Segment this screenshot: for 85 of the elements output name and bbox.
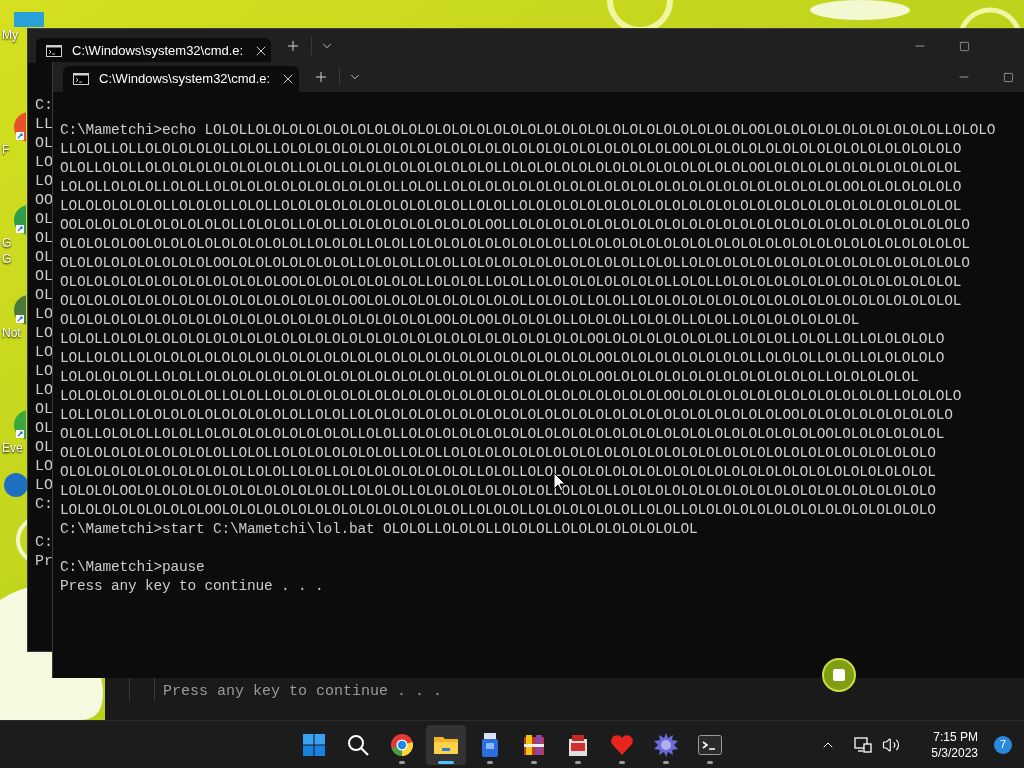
terminal-line: OLOLOLOLOLOLOLOLOLOLOLLOLOLLOLOLLOLOLOLOLOLOLOLOLLOLOLLOLOLOLOLOLOLOLOLOLOLOLOLOLOLOLOLOLOLOLOLOLOLOLOL: [60, 463, 936, 482]
terminal-line: Press any key to continue . . .: [163, 682, 443, 701]
terminal-line: OL: [35, 419, 53, 438]
terminal-line: LOLOLLOLOLOLOLOLOLOLOLOLOLOLOLOLOLOLOLOLOLOLOLOLOLOLOLOLOLOLOLOOLOLOLOLOLOLOLOLLOLOLOLLOLOLLOLLOLOLOLOLO: [60, 330, 945, 349]
terminal-line: OL: [35, 400, 53, 419]
terminal-line: LO: [35, 324, 53, 343]
terminal-tab[interactable]: C:\Windows\system32\cmd.e:: [36, 38, 271, 63]
gear-icon: [653, 731, 679, 758]
terminal-line: OL: [35, 229, 53, 248]
terminal-line: OLOLOLOLOLOLOLOLOLOLOLOLOLOOLOLOLOLOLOLOLOLLOLOLOLLOLOLLOLOLOLOLOLOLOLOLLOLOLLOLOLOLOLOLOLOLOLOLOLOLOLOLOL: [60, 273, 962, 292]
heart-icon: [610, 733, 634, 756]
terminal-line: LOLLOLOLLOLOLOLOLOLOLOLOLOLOLLOLOLLOLOLOLOLOLOLOLOLOLOLOLOLOLOLOLOLOLOLOLOLOLOLOLOLOLOOLOLOLOLOLOLOLOLOLO: [60, 406, 953, 425]
clock[interactable]: 7:15 PM 5/3/2023: [918, 728, 978, 761]
terminal-line: LL: [35, 115, 53, 134]
volume-icon[interactable]: [882, 735, 900, 754]
terminal-line: LOLLOLOLLOLOLOLOLOLOLOLOLOLOLOLOLOLOLOLOLOLOLOLOLOLOLOLOLOLOLOLOOLOLOLOLOLOLOLOLOLLOLOLOLLOLOLLOLOLOLOLO: [60, 349, 945, 368]
terminal-line: LLOLOLLOLLOLOLOLOLOLLOLOLLOLOLOLOLOLOLOLOLOLOLOLOLOLOLOLOLOLOLOLOLOLOLOLOOLOLOLOLOLOLOLOLOLOLOLOLOLOLOLOLO: [60, 140, 962, 159]
icon-label: Eve: [1, 440, 23, 456]
terminal-line: LOLOLOLOLOLOLOLOLOOLOLOLOLOLOLOLOLOLOLOLOLOLOLOLLOLOLOLLOLOLOLOLOLOLLOLOLLOLOLOLOLOLOLOLOLOLOLOLOLOLOLO: [60, 501, 936, 520]
terminal-line: OLOLOLOLOLOLOLOLOLOLOLOLOLOLOLOLOLOLOLOLOLOLOOLOLOOLOLOLOLOLLOLOLOLLOLOLOLLOLOLLOLOLOLOLOLOLOL: [60, 311, 860, 330]
archive-icon: [522, 732, 546, 757]
terminal-line: LOLOLOLOLOLOLOLOLOLLOLOLLOLOLOLOLOLOLOLOLOLOLOLOLOLOLOLOLOLOLOLOLOLOLOLOOLOLOLOLOLOLOLOLOLOLOLOLOLLOLOLOLO: [60, 387, 962, 406]
terminal-line: OLOLLOLOLLOLOLOLOLOLOLOLOLOLLOLOLLOLOLOLOLOLOLOLOLOLLOLOLOLOLOLOLOLOLOLOLOLOLOLOLOOLOLOLOLOLOLOLOLOLOLOLOL: [60, 159, 962, 178]
terminal-line: LO: [35, 457, 53, 476]
terminal-line: OL: [35, 210, 53, 229]
running-indicator: [707, 760, 713, 764]
running-indicator: [487, 760, 493, 764]
maximize-icon[interactable]: [1003, 71, 1014, 83]
running-indicator: [399, 760, 405, 764]
browser-icon: [390, 732, 414, 757]
notification-badge[interactable]: 7: [994, 735, 1012, 754]
icon-label: G: [1, 251, 12, 267]
terminal-icon: [73, 73, 89, 85]
terminal-line: C:: [35, 533, 53, 552]
windows-logo-icon: [303, 733, 325, 756]
terminal-line: C:: [35, 495, 53, 514]
running-indicator: [619, 760, 625, 764]
toolbox-icon: [567, 732, 589, 757]
terminal-line: OLOLOLOLOLOLOLOLOLOLLOLOLLOLOLOLOLOLOLOLLOLOLLOLOLOLOLOLOLOLOLOLOLOLOLOLOLOLOLOLOLOLOLOLOLOLOLOLOLOLOLO: [60, 444, 936, 463]
usb-drive-icon: [481, 732, 499, 757]
terminal-line: LOLOLLOLOLOLLOLOLLOLOLOLOLOLOLOLOLOLOLOLLOLOLLOLOLOLOLOLOLOLOLOLOLOLOLOLOLOLOLOLOLOLOLOLOLOLOOLOLOLOLOLOLO: [60, 178, 962, 197]
running-indicator: [575, 760, 581, 764]
terminal-line: LO: [35, 381, 53, 400]
icon-label: Not: [1, 325, 21, 341]
maximize-icon[interactable]: [959, 40, 970, 52]
terminal-line: LO: [35, 172, 53, 191]
terminal-icon: [46, 44, 62, 57]
terminal-line: LOLOLOLOLOLOLLOLOLOLLOLOLLOLOLOLOLOLOLOLOLOLOLOLLOLOLLOLOLOLOLOLOLOLOLOLOLOLOLOLOLOLOLOLOLOLOLOLOLOLOLOLOL: [60, 197, 962, 216]
icon-label: G: [1, 235, 12, 251]
terminal-line: OLOLOLOLOLOLOLOLOLOOLOLOLOLOLOLOLOLLOLOLOLLOLOLLOLOLOLOLOLOLOLOLOLOLLOLOLLOLOLOLOLOLOLOLOLOLOLOLOLOLOLOLOLO: [60, 254, 970, 273]
network-icon[interactable]: [854, 736, 872, 753]
terminal-line: C:\Mametchi>echo LOLOLLOLOLOLOLOLOLOLOLOLOLOLOLOLOLOLOLOLOLOLOLOLOLOLOLOLOLOLOLOLOOLOLOLOLOLOLOLOLOLOLOLLOLOLO: [60, 121, 996, 140]
running-indicator: [531, 760, 537, 764]
terminal-line: C:\Mametchi>start C:\Mametchi\lol.bat OLOLOLLOLOLOLLOLOLOLLOLOLOLOLOLOLOLOL: [60, 520, 698, 539]
terminal-line: LO: [35, 153, 53, 172]
terminal-line: Press any key to continue . . .: [60, 577, 324, 596]
terminal-line: Pr: [35, 552, 53, 571]
running-indicator: [663, 760, 669, 764]
search-icon: [347, 733, 369, 756]
terminal-line: LO: [35, 476, 53, 495]
terminal-line: LO: [35, 343, 53, 362]
terminal-line: OL: [35, 267, 53, 286]
terminal-line: LO: [35, 362, 53, 381]
terminal-line: OL: [35, 286, 53, 305]
terminal-line: OOLOLOLOLOLOLOLOLOLOLLOLOLOLLOLOLLOLOLOLOLOLOLOLOLOOLLOLOLOLOLOLOLOLOLOLOLOLOLOLOLOLOLOLOLOLOLOLOLOLOLOLOLO: [60, 216, 970, 235]
new-tab-icon[interactable]: [313, 69, 329, 85]
terminal-line: OL: [35, 248, 53, 267]
terminal-line: C:\Mametchi>pause: [60, 558, 205, 577]
new-tab-icon[interactable]: [285, 38, 301, 54]
terminal-line: LOLOLOLOOLOLOLOLOLOLOLOLOLOLOLOLOLLOLOLOLLOLOLOLOLOLOLOLOLLOLOLOLLOLOLOLOLOLOLOLOLOLOLOLOLOLOLOLOLOLOLO: [60, 482, 936, 501]
terminal-line: OLOLOLOLOLOLOLOLOLOLOLOLOLOLOLOLOLOOLOLOLOLOLOLOLOLOLOLLOLOLOLLOLOLLOLOLOLOLOLOLOLOLOLOLOLOLOLOLOLOLOLOLOL: [60, 292, 962, 311]
terminal-tab[interactable]: C:\Windows\system32\cmd.e:: [63, 66, 299, 92]
running-indicator: [438, 760, 454, 764]
icon-label: F: [1, 142, 10, 158]
terminal-line: OLOLOLOLOOLOLOLOLOLOLOLOLOLOLLOLOLOLLOLOLLOLOLOLOLOLOLOLOLOLLOLOLOLOLOLOLOLOLOLOLOLOLOLOLOLOLOLOLOLOLOLOLOL: [60, 235, 970, 254]
terminal-line: OLOLLOLOLOLLOLOLLOLOLOLOLOLOLOLOLOLLOLOLLOLOLOLOLOLOLOLOLOLOLOLOLOLOLOLOLOLOLOLOLOLOLOLOLOOLOLOLOLOLOLOL: [60, 425, 945, 444]
terminal-line: OO: [35, 191, 53, 210]
terminal-line: OL: [35, 438, 53, 457]
terminal-icon: [698, 734, 722, 755]
icon-label: My: [1, 27, 18, 43]
terminal-line: OL: [35, 134, 53, 153]
terminal-line: LOLOLOLOLOLLOLOLLOLOLOLOLOLOLOLOLOLOLOLOLOLOLOLOLOLOLOLOLOLOLOLOOLOLOLOLOLOLOLOLOLOLOLOLOLLOLOLOLOLOL: [60, 368, 919, 387]
taskbar-button[interactable]: [426, 724, 466, 765]
terminal-line: LO: [35, 305, 53, 324]
terminal-line: C:: [35, 96, 53, 115]
